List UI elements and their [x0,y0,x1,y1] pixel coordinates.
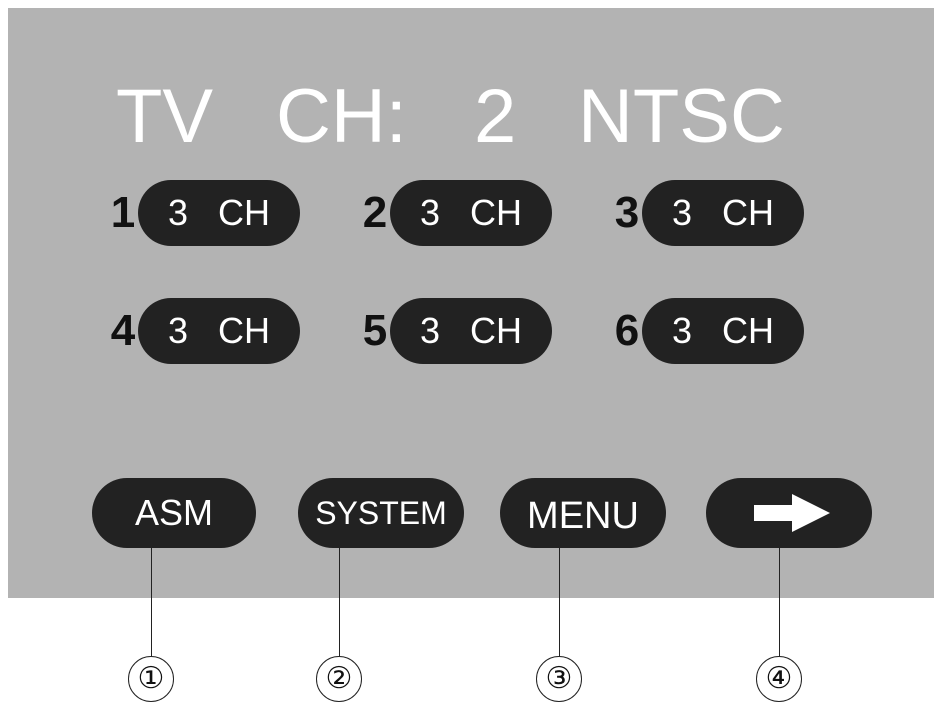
preset-2-button[interactable]: 3 CH [390,180,552,246]
callout-leader-3 [559,548,560,658]
callout-2-label: ② [325,662,353,695]
callout-3: ③ [536,656,582,702]
arrow-right-icon [754,494,830,532]
system-label: SYSTEM [315,495,447,531]
asm-button[interactable]: ASM [92,478,256,548]
callout-leader-2 [339,548,340,658]
callout-1: ① [128,656,174,702]
status-line: TV CH: 2 NTSC [8,72,934,162]
callout-3-label: ③ [545,662,573,695]
callout-2: ② [316,656,362,702]
preset-4-button[interactable]: 3 CH [138,298,300,364]
channel-number: 2 [474,74,517,159]
system-label: NTSC [578,74,785,159]
preset-number: 1 [110,188,136,237]
preset-number: 3 [614,188,640,237]
callout-4: ④ [756,656,802,702]
callout-1-label: ① [137,662,165,695]
callout-leader-1 [151,548,152,658]
preset-number: 2 [362,188,388,237]
menu-label: MENU [527,495,639,537]
preset-3-button[interactable]: 3 CH [642,180,804,246]
preset-1-button[interactable]: 3 CH [138,180,300,246]
preset-number: 6 [614,306,640,355]
callout-4-label: ④ [765,662,793,695]
menu-button[interactable]: MENU [500,478,666,548]
preset-5-button[interactable]: 3 CH [390,298,552,364]
tv-screen: TV CH: 2 NTSC 1 3 CH 2 3 CH 3 3 CH 4 3 C… [8,8,934,598]
asm-label: ASM [134,492,213,533]
preset-number: 5 [362,306,388,355]
preset-6-button[interactable]: 3 CH [642,298,804,364]
system-button[interactable]: SYSTEM [298,478,464,548]
mode-label: TV [116,74,214,159]
callout-leader-4 [779,548,780,658]
channel-label: CH: [276,74,407,159]
preset-number: 4 [110,306,136,355]
next-button[interactable] [706,478,872,548]
